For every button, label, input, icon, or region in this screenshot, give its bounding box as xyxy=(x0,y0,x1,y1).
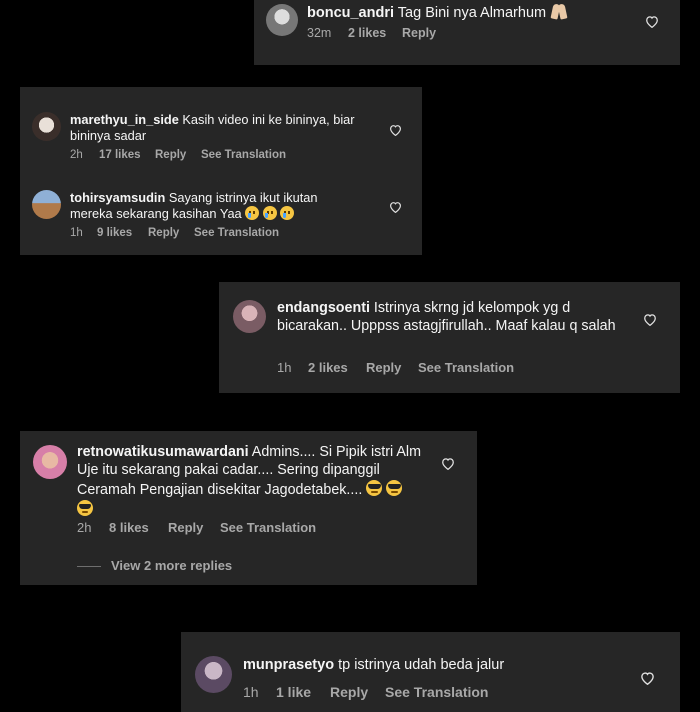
heart-outline-icon xyxy=(442,458,454,470)
see-translation-button[interactable]: See Translation xyxy=(201,149,286,161)
likes-count[interactable]: 1 like xyxy=(276,684,330,700)
see-translation-button[interactable]: See Translation xyxy=(385,684,488,700)
like-button[interactable] xyxy=(645,15,659,28)
reply-button[interactable]: Reply xyxy=(155,149,201,161)
username[interactable]: endangsoenti xyxy=(277,300,370,316)
like-button[interactable] xyxy=(389,201,402,213)
comment-card-2: marethyu_in_side Kasih video ini ke bini… xyxy=(20,87,422,255)
sunglasses-face-emoji xyxy=(77,499,93,516)
reply-button[interactable]: Reply xyxy=(168,520,220,535)
likes-count[interactable]: 8 likes xyxy=(109,520,168,535)
avatar[interactable] xyxy=(33,445,67,479)
reply-button[interactable]: Reply xyxy=(330,684,385,700)
comment-card-5: munprasetyo tp istrinya udah beda jalur … xyxy=(181,632,680,712)
see-translation-button[interactable]: See Translation xyxy=(418,360,514,375)
likes-count[interactable]: 9 likes xyxy=(97,227,148,239)
timestamp: 2h xyxy=(70,149,83,161)
comment-meta: 1h 1 like Reply See Translation xyxy=(243,684,488,700)
like-button[interactable] xyxy=(643,313,657,326)
crying-face-emoji xyxy=(245,205,260,220)
folded-hands-emoji xyxy=(550,2,568,20)
comment-card-4: retnowatikusumawardani Admins.... Si Pip… xyxy=(20,431,477,585)
username[interactable]: retnowatikusumawardani xyxy=(77,444,249,460)
timestamp: 32m xyxy=(307,26,332,40)
username[interactable]: tohirsyamsudin xyxy=(70,190,165,205)
avatar[interactable] xyxy=(233,300,266,333)
avatar[interactable] xyxy=(195,656,232,693)
replies-divider xyxy=(77,566,101,567)
comment-meta: 1h 9 likes Reply See Translation xyxy=(70,227,279,239)
sunglasses-face-emoji xyxy=(386,479,403,496)
view-more-replies-button[interactable]: View 2 more replies xyxy=(111,558,232,573)
avatar[interactable] xyxy=(32,190,61,219)
reply-button[interactable]: Reply xyxy=(366,360,418,375)
sunglasses-face-emoji xyxy=(366,479,383,496)
reply-button[interactable]: Reply xyxy=(148,227,194,239)
comment-text: marethyu_in_side Kasih video ini ke bini… xyxy=(70,112,380,144)
comment-meta: 2h 17 likes Reply See Translation xyxy=(70,149,286,161)
see-translation-button[interactable]: See Translation xyxy=(194,227,279,239)
like-button[interactable] xyxy=(640,671,655,685)
crying-face-emoji xyxy=(262,205,277,220)
avatar[interactable] xyxy=(32,112,61,141)
crying-face-emoji xyxy=(280,205,295,220)
timestamp: 1h xyxy=(277,360,292,375)
see-translation-button[interactable]: See Translation xyxy=(220,520,316,535)
like-button[interactable] xyxy=(389,124,402,136)
comment-body: Tag Bini nya Almarhum xyxy=(397,5,547,21)
avatar[interactable] xyxy=(266,4,298,36)
heart-outline-icon xyxy=(390,202,401,213)
comment-text: munprasetyo tp istrinya udah beda jalur xyxy=(243,656,623,674)
comment-text: retnowatikusumawardani Admins.... Si Pip… xyxy=(77,444,422,519)
comment-meta: 1h 2 likes Reply See Translation xyxy=(277,360,514,375)
reply-button[interactable]: Reply xyxy=(402,26,436,40)
username[interactable]: boncu_andri xyxy=(307,5,394,21)
comment-card-1: boncu_andri Tag Bini nya Almarhum 32m 2 … xyxy=(254,0,680,65)
heart-outline-icon xyxy=(644,314,656,326)
comment-meta: 2h 8 likes Reply See Translation xyxy=(77,520,316,535)
likes-count[interactable]: 2 likes xyxy=(308,360,366,375)
comment-text: tohirsyamsudin Sayang istrinya ikut ikut… xyxy=(70,190,350,222)
username[interactable]: marethyu_in_side xyxy=(70,112,179,127)
like-button[interactable] xyxy=(441,457,455,470)
comment-meta: 32m 2 likes Reply xyxy=(307,26,436,40)
comment-text: boncu_andri Tag Bini nya Almarhum xyxy=(307,2,637,22)
timestamp: 1h xyxy=(70,227,83,239)
timestamp: 1h xyxy=(243,684,259,700)
username[interactable]: munprasetyo xyxy=(243,657,334,673)
likes-count[interactable]: 17 likes xyxy=(99,149,155,161)
comment-text: endangsoenti Istrinya skrng jd kelompok … xyxy=(277,300,622,336)
likes-count[interactable]: 2 likes xyxy=(348,26,402,40)
heart-outline-icon xyxy=(641,672,654,685)
heart-outline-icon xyxy=(646,16,658,28)
comment-body: tp istrinya udah beda jalur xyxy=(338,657,505,673)
timestamp: 2h xyxy=(77,520,92,535)
heart-outline-icon xyxy=(390,125,401,136)
comment-card-3: endangsoenti Istrinya skrng jd kelompok … xyxy=(219,282,680,393)
